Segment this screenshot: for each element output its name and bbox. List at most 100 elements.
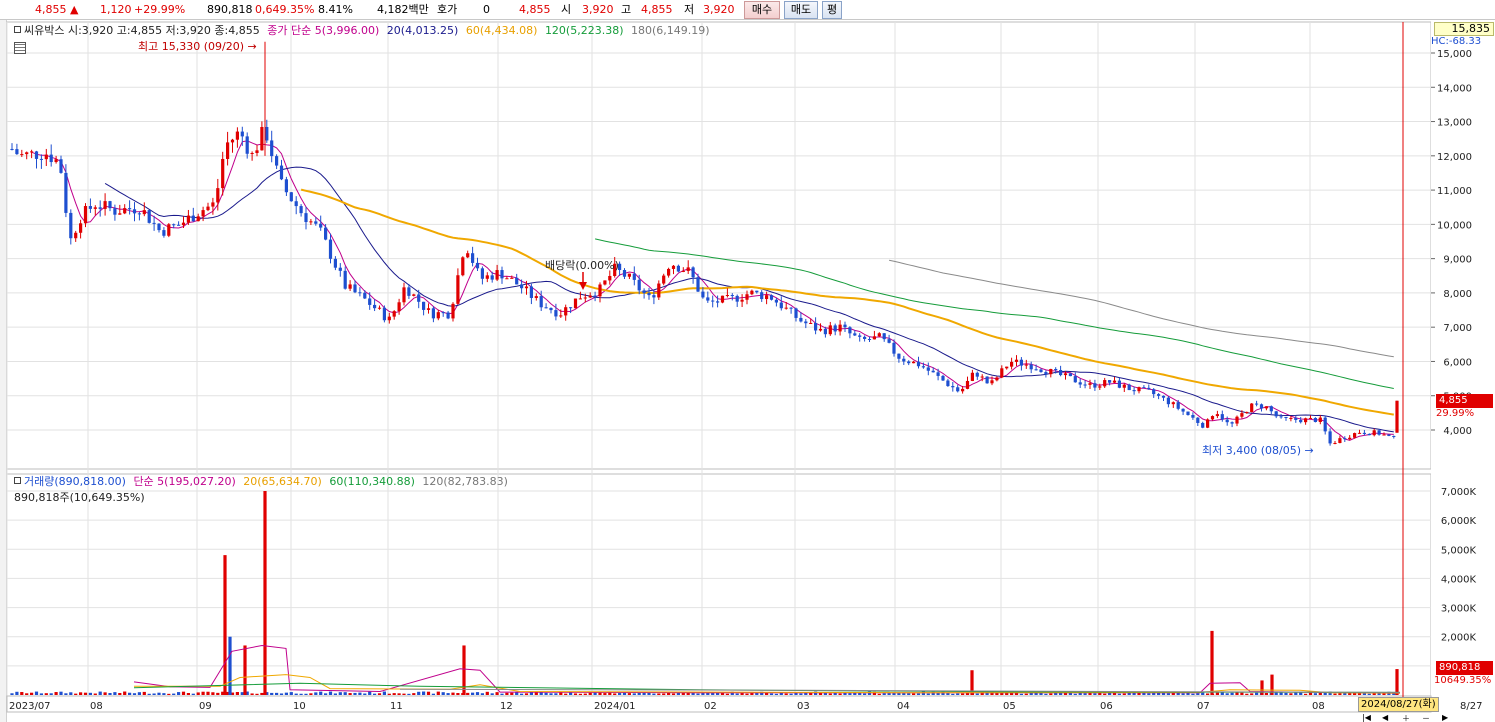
- volume-sub-legend: 890,818주(10,649.35%): [14, 491, 145, 504]
- volume-bar: [201, 691, 205, 695]
- chart-window: 4,855 ▲ 1,120 +29.99% 890,818 0,649.35% …: [0, 0, 1495, 722]
- candle-body: [98, 207, 102, 209]
- candle-body: [838, 324, 842, 332]
- next-icon[interactable]: ▶: [1442, 713, 1448, 722]
- candle-body: [872, 336, 876, 340]
- prev-icon[interactable]: ◀: [1382, 713, 1388, 722]
- candle-body: [446, 312, 450, 319]
- candle-body: [480, 268, 484, 279]
- volume-bar: [632, 693, 636, 695]
- candle-body: [765, 295, 769, 300]
- candle-body: [804, 321, 808, 324]
- candle-body: [706, 297, 710, 301]
- candle-body: [1269, 406, 1273, 412]
- volume-bar: [1201, 692, 1205, 695]
- candle-body: [1289, 417, 1293, 419]
- volume-bar: [377, 693, 382, 695]
- volume-bar: [83, 692, 88, 695]
- volume-bar: [1073, 693, 1077, 695]
- volume-bar: [373, 693, 377, 695]
- volume-bar: [485, 691, 489, 695]
- candle-body: [1147, 387, 1151, 390]
- x-tick-label: 09: [199, 701, 212, 712]
- x-tick-label: 03: [797, 701, 810, 712]
- candle-body: [961, 388, 965, 392]
- candle-body: [1039, 369, 1043, 373]
- candle-body: [240, 131, 244, 137]
- candle-body: [1343, 438, 1347, 440]
- zoom-out-icon[interactable]: －: [1422, 713, 1430, 722]
- top-value-badge: 15,835: [1434, 22, 1494, 36]
- candle-body: [1318, 417, 1322, 422]
- first-page-icon[interactable]: |◀: [1362, 713, 1371, 722]
- volume-bar: [162, 693, 166, 695]
- candle-body: [309, 221, 313, 223]
- volume-bar: [936, 693, 940, 695]
- volume-bar: [662, 693, 666, 695]
- volume-bar: [1284, 692, 1288, 695]
- candle-body: [534, 296, 538, 298]
- candle-body: [64, 172, 68, 213]
- candle-body: [559, 315, 563, 317]
- candle-body: [1313, 417, 1317, 422]
- candle-body: [569, 307, 573, 309]
- volume-bar: [172, 693, 176, 695]
- table-view-icon[interactable]: [14, 42, 26, 54]
- volume-bar: [417, 691, 421, 695]
- volume-bar: [1210, 630, 1214, 695]
- candle-body: [823, 328, 827, 335]
- volume-bar: [490, 693, 494, 695]
- candle-body: [818, 328, 823, 331]
- volume-bar: [1122, 693, 1126, 695]
- candle-body: [1299, 419, 1303, 423]
- candlestick-chart[interactable]: 2023/07 08 09 10 11 12 2024/01 02 03 04 05 06 07 08 8/…: [0, 0, 1495, 722]
- volume-pane-frame: [6, 473, 1432, 697]
- candle-body: [1186, 411, 1190, 416]
- candle-body: [843, 324, 847, 328]
- volume-bar: [765, 693, 769, 695]
- volume-bar: [774, 693, 778, 695]
- volume-bar: [779, 692, 783, 695]
- volume-bar: [848, 693, 852, 695]
- candle-body: [235, 131, 239, 140]
- candle-body: [1215, 414, 1219, 417]
- candle-body: [358, 292, 362, 294]
- candle-body: [69, 212, 73, 239]
- legend-indicator-icon[interactable]: [14, 26, 21, 33]
- volume-bar: [10, 693, 14, 695]
- candle-body: [103, 201, 107, 209]
- candle-body: [848, 327, 852, 334]
- candle-body: [1093, 383, 1097, 388]
- legend-volume: 거래량(890,818.00): [24, 475, 126, 488]
- volume-tick-label: 5,000K: [1441, 545, 1477, 556]
- candle-body: [186, 215, 190, 223]
- volume-bar: [431, 693, 435, 695]
- legend-ma20: 20(4,013.25): [386, 24, 459, 37]
- candle-body: [461, 257, 465, 276]
- candle-body: [926, 367, 930, 371]
- candle-body: [1284, 416, 1288, 418]
- volume-bar: [54, 692, 58, 695]
- volume-bar: [299, 693, 303, 695]
- price-tick-label: 10,000: [1437, 220, 1472, 231]
- volume-bar: [74, 693, 78, 695]
- candle-body: [539, 296, 543, 308]
- volume-bar: [573, 693, 578, 695]
- volume-bar: [132, 693, 137, 695]
- candle-body: [412, 294, 416, 296]
- volume-tick-label: 3,000K: [1441, 604, 1477, 615]
- candle-body: [49, 154, 53, 163]
- price-tick-label: 7,000: [1443, 323, 1472, 334]
- zoom-in-icon[interactable]: ＋: [1402, 713, 1410, 722]
- volume-indicator-icon[interactable]: [14, 477, 21, 484]
- volume-bar: [1289, 693, 1293, 695]
- volume-bar: [314, 692, 318, 695]
- candle-body: [588, 295, 592, 298]
- volume-bar: [103, 692, 107, 695]
- candle-body: [451, 303, 455, 319]
- volume-bar: [1196, 693, 1200, 695]
- candle-body: [1117, 380, 1121, 388]
- candle-body: [970, 372, 974, 381]
- candle-body: [25, 152, 29, 155]
- candle-body: [417, 294, 421, 302]
